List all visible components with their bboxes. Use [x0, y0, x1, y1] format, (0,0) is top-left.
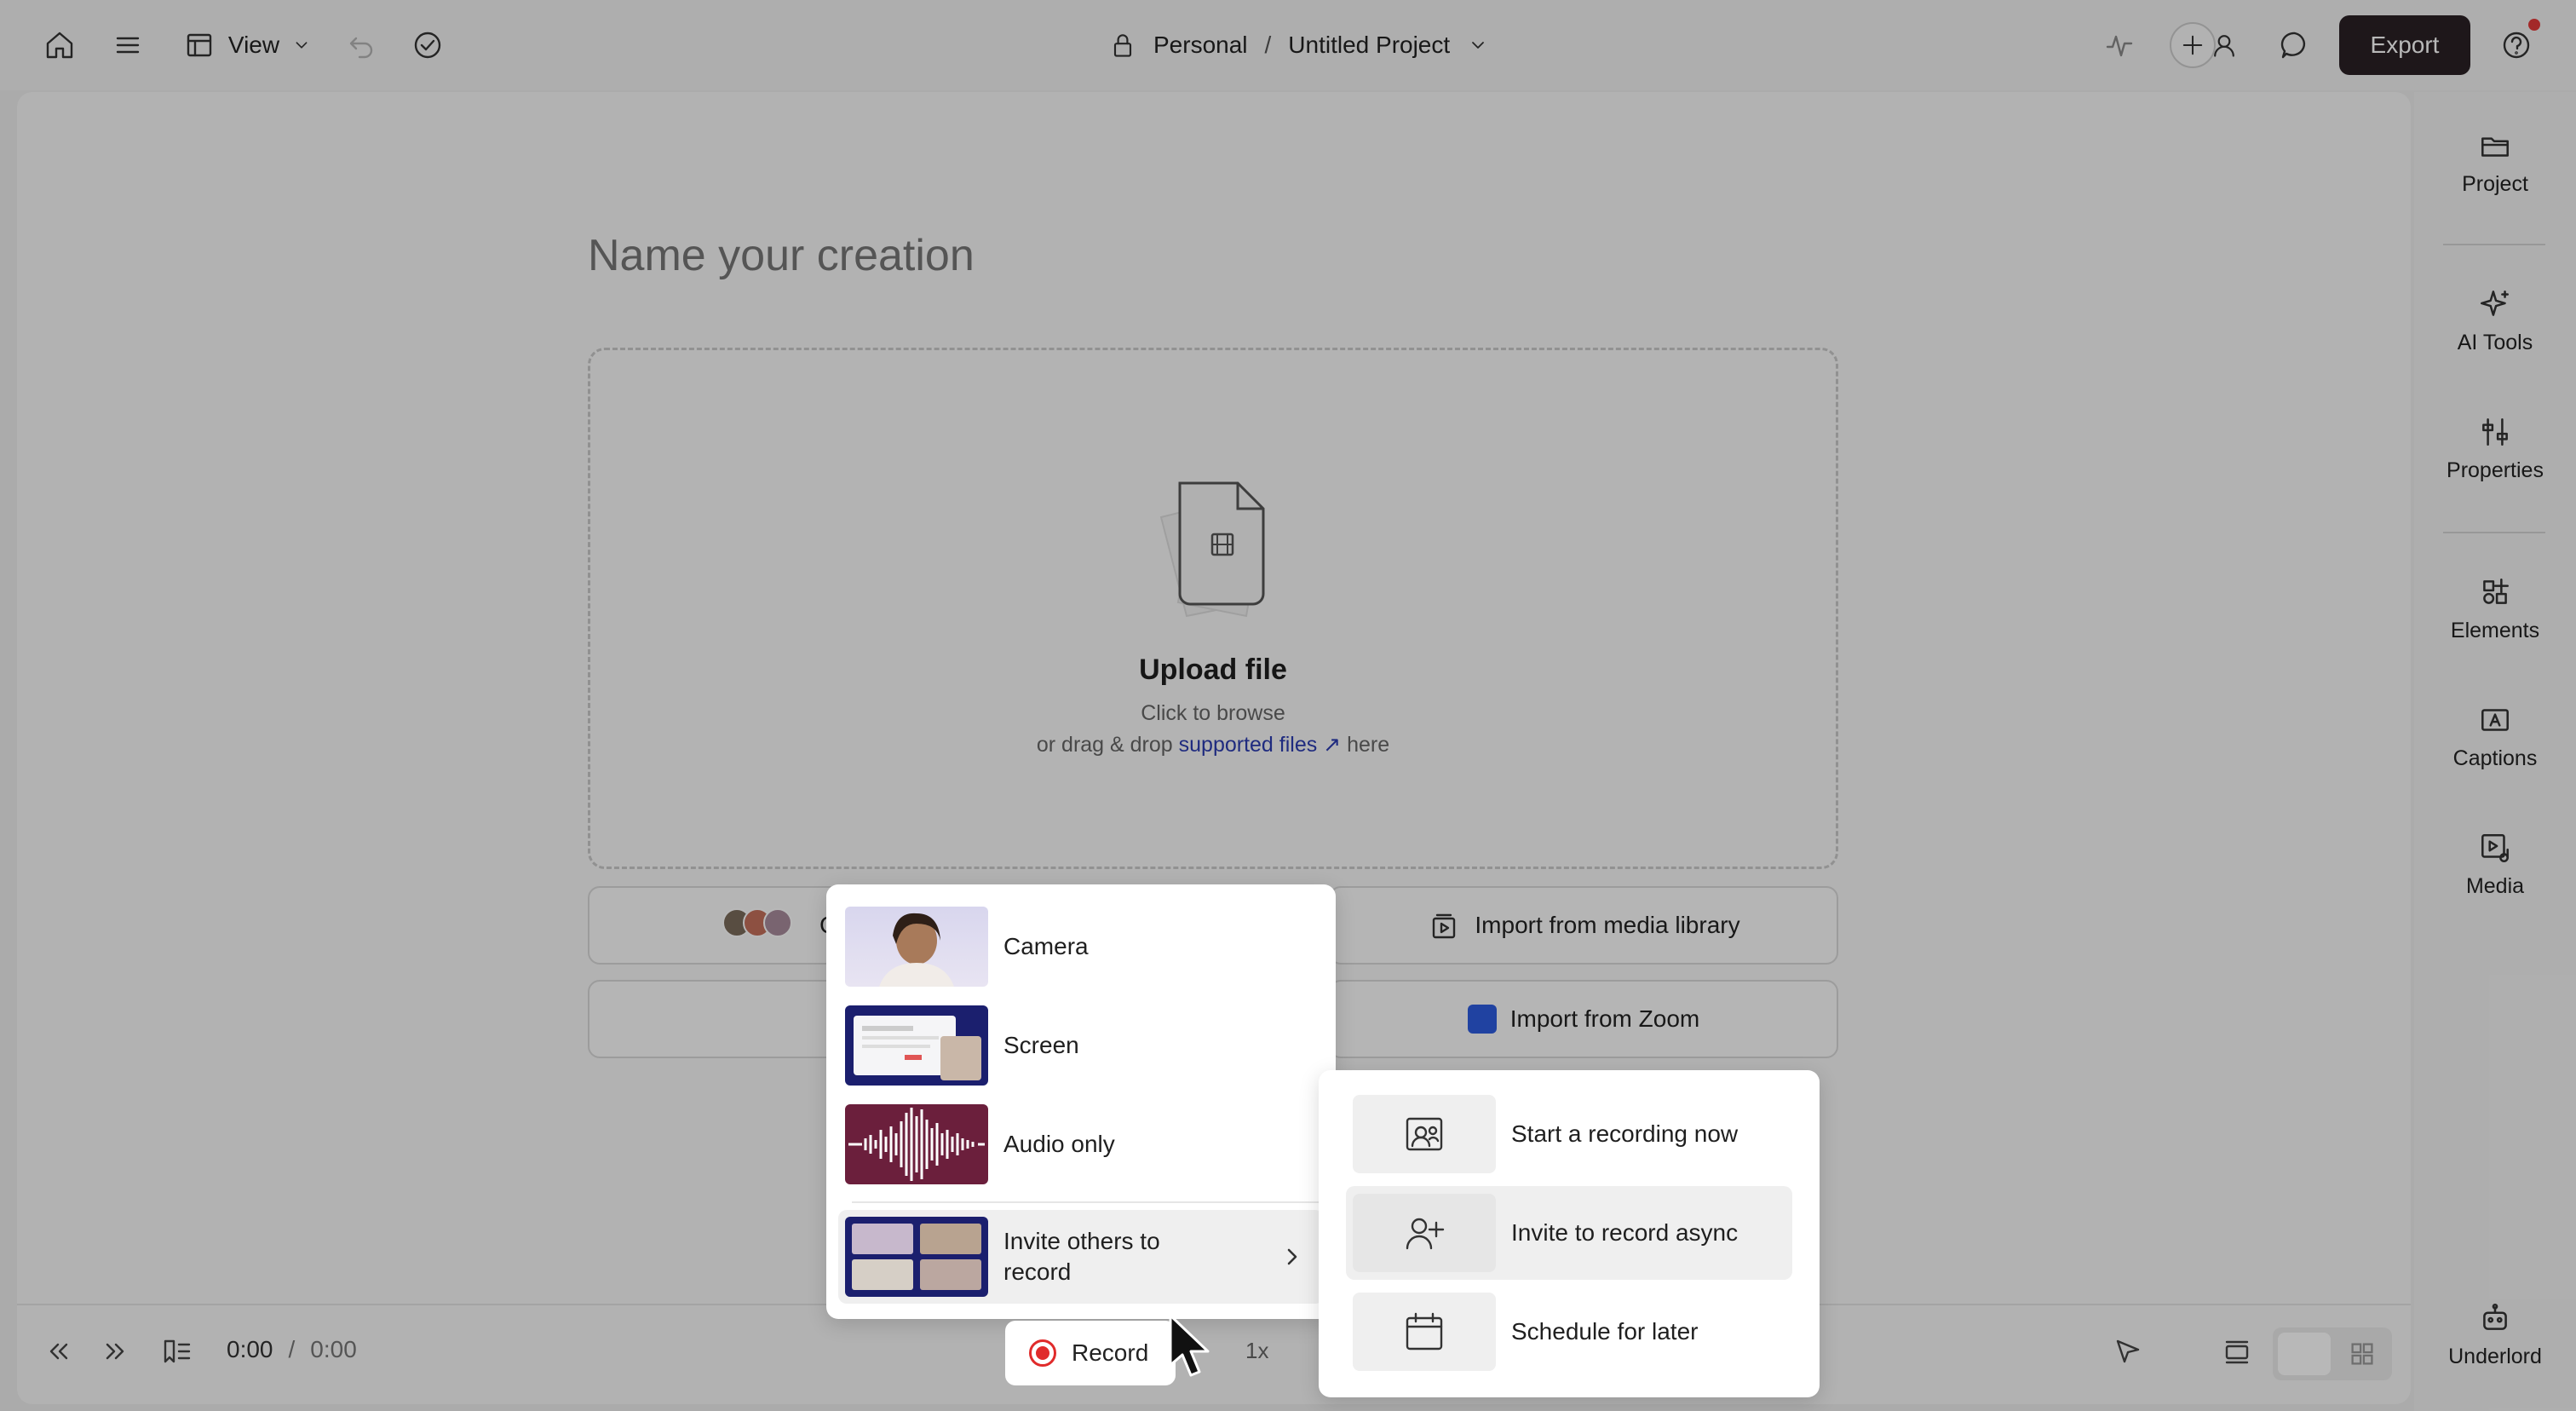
- mouse-cursor-icon: [1169, 1314, 1210, 1377]
- invite-record-async-label: Invite to record async: [1511, 1219, 1739, 1246]
- start-recording-icon-box: [1353, 1095, 1496, 1173]
- invite-record-async-option[interactable]: Invite to record async: [1346, 1186, 1792, 1280]
- record-label: Record: [1072, 1339, 1149, 1366]
- start-recording-now-label: Start a recording now: [1511, 1120, 1739, 1147]
- audio-only-label: Audio only: [1003, 1131, 1115, 1157]
- start-recording-now-option[interactable]: Start a recording now: [1346, 1087, 1792, 1181]
- record-camera-option[interactable]: Camera: [838, 900, 1324, 993]
- calendar-icon: [1406, 1312, 1443, 1351]
- menu-divider: [852, 1201, 1329, 1203]
- record-audio-option[interactable]: Audio only: [838, 1097, 1324, 1191]
- schedule-icon-box: [1353, 1293, 1496, 1371]
- camera-thumbnail: [845, 907, 988, 987]
- audio-waveform-thumbnail: [845, 1104, 988, 1184]
- record-dot-icon: [1029, 1339, 1056, 1367]
- invite-others-label: Invite others to record: [1003, 1226, 1160, 1287]
- invite-others-option[interactable]: Invite others to record: [838, 1210, 1324, 1304]
- waveform-icon: [848, 1108, 985, 1181]
- schedule-for-later-label: Schedule for later: [1511, 1318, 1699, 1345]
- record-menu: Camera Screen Audio only Invite others t…: [826, 884, 1336, 1319]
- invite-others-label-line1: Invite others to: [1003, 1228, 1160, 1254]
- person-icon: [879, 913, 954, 987]
- screen-thumbnail: [845, 1005, 988, 1086]
- invite-submenu: Start a recording now Invite to record a…: [1319, 1070, 1820, 1397]
- invite-thumbnail: [845, 1217, 988, 1297]
- record-screen-option[interactable]: Screen: [838, 999, 1324, 1092]
- record-button[interactable]: Record: [1005, 1321, 1176, 1385]
- invite-others-label-line2: record: [1003, 1258, 1072, 1285]
- user-frame-icon: [1406, 1117, 1443, 1151]
- invite-async-icon-box: [1353, 1194, 1496, 1272]
- schedule-for-later-option[interactable]: Schedule for later: [1346, 1285, 1792, 1379]
- camera-label: Camera: [1003, 933, 1089, 959]
- chevron-right-icon: [1287, 1248, 1297, 1265]
- screen-label: Screen: [1003, 1032, 1079, 1058]
- user-plus-icon: [1406, 1218, 1445, 1250]
